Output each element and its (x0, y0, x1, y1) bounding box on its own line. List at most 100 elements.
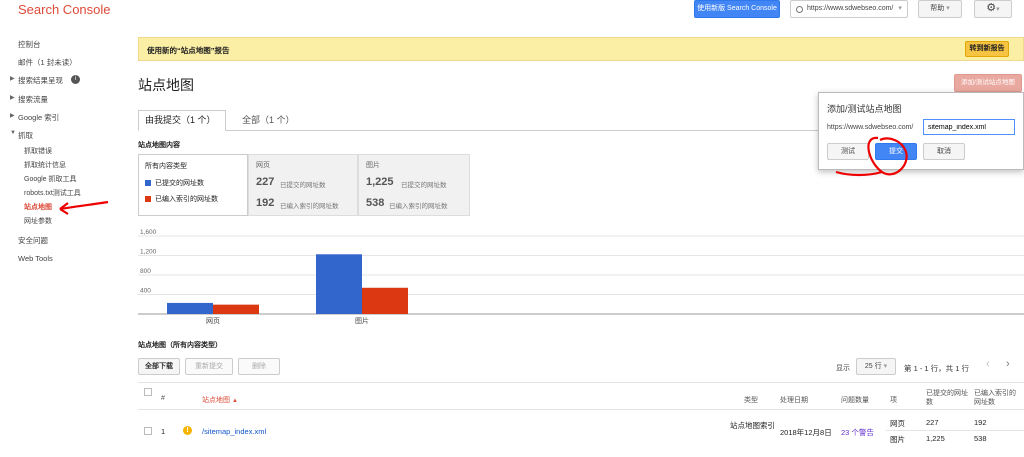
table-row: 1 ! /sitemap_index.xml 站点地图索引 2018年12月8日… (138, 410, 1024, 457)
chevron-down-icon: ▾ (996, 6, 1000, 13)
dialog-title: 添加/测试站点地图 (827, 104, 902, 114)
triangle-down-icon: ▼ (10, 130, 16, 136)
legend-indexed: 已编入索引的网址数 (155, 196, 218, 203)
row-num: 1 (161, 427, 166, 436)
triangle-right-icon: ▶ (10, 113, 15, 119)
y-tick-label: 800 (140, 268, 151, 275)
col-processed[interactable]: 处理日期 (780, 395, 808, 405)
sidebar-item-crawl-errors[interactable]: 抓取错误 (24, 146, 52, 156)
web-stats-card[interactable]: 网页 227 已提交的网址数 192 已编入索引的网址数 (248, 154, 358, 216)
col-num: # (161, 395, 165, 402)
go-to-new-report-button[interactable]: 转到新报告 (965, 41, 1009, 57)
bar-web-submitted[interactable] (167, 302, 213, 314)
row-image-submitted: 1,225 (926, 434, 945, 443)
top-bar: Search Console 使用新版 Search Console https… (0, 0, 1024, 24)
annotation-arrow (59, 200, 109, 215)
help-button[interactable]: 帮助 ▾ (918, 0, 962, 18)
sidebar-item-web-tools[interactable]: Web Tools (18, 254, 53, 263)
row-web-indexed: 192 (974, 418, 987, 427)
annotation-circle (835, 136, 908, 177)
page-title: 站点地图 (138, 77, 194, 93)
sidebar-item-crawl-stats[interactable]: 抓取统计信息 (24, 160, 66, 170)
url-prefix: https://www.sdwebseo.com/ (827, 124, 914, 131)
sidebar-item-google-index[interactable]: Google 索引 (18, 112, 59, 123)
tab-submitted-by-me[interactable]: 由我提交（1 个） (138, 110, 226, 131)
sidebar-item-sitemaps[interactable]: 站点地图 (24, 202, 52, 212)
chevron-down-icon: ▾ (898, 5, 902, 12)
globe-icon (796, 6, 803, 13)
col-sitemap[interactable]: 站点地图 ▲ (202, 395, 238, 405)
next-page-icon[interactable]: › (1006, 358, 1010, 370)
rows-per-page-select[interactable]: 25 行 ▾ (856, 358, 896, 375)
sidebar-item-crawl[interactable]: 抓取 (18, 130, 33, 141)
col-issues[interactable]: 问题数量 (841, 395, 869, 405)
col-indexed[interactable]: 已编入索引的网址数 (974, 389, 1020, 407)
table-section-title: 站点地图（所有内容类型） (138, 342, 222, 349)
sidebar-item-fetch-as-google[interactable]: Google 抓取工具 (24, 174, 77, 184)
image-label: 图片 (366, 162, 380, 169)
image-indexed-value: 538 (366, 197, 385, 209)
col-sitemap-label: 站点地图 (202, 397, 230, 404)
select-all-checkbox[interactable] (144, 388, 152, 396)
web-indexed-suffix: 已编入索引的网址数 (280, 203, 339, 210)
pagination-text: 第 1 - 1 行，共 1 行 (904, 364, 970, 373)
new-report-banner: 使用新的“站点地图”报告 转到新报告 (138, 37, 1024, 61)
sitemap-url-input[interactable] (923, 119, 1015, 135)
cancel-button[interactable]: 取消 (923, 143, 965, 160)
triangle-right-icon: ▶ (10, 95, 15, 101)
col-submitted[interactable]: 已提交的网址数 (926, 389, 968, 407)
row-web-submitted: 227 (926, 418, 939, 427)
resubmit-button[interactable]: 重新提交 (185, 358, 233, 375)
gear-icon: ⚙ (986, 2, 997, 14)
app-title[interactable]: Search Console (18, 2, 111, 17)
banner-text: 使用新的“站点地图”报告 (147, 46, 230, 55)
sort-asc-icon: ▲ (231, 398, 238, 404)
image-stats-card[interactable]: 图片 1,225 已提交的网址数 538 已编入索引的网址数 (358, 154, 470, 216)
web-submitted-value: 227 (256, 176, 275, 188)
image-indexed-suffix: 已编入索引的网址数 (389, 203, 448, 210)
sidebar-item-dashboard[interactable]: 控制台 (18, 39, 41, 50)
sitemap-bar-chart: 1,600 1,200 800 400 网页 图片 (138, 229, 1024, 325)
bar-image-indexed[interactable] (362, 287, 408, 314)
tab-all[interactable]: 全部（1 个） (242, 113, 295, 126)
settings-button[interactable]: ⚙▾ (974, 0, 1012, 18)
row-type: 站点地图索引 (730, 421, 775, 430)
indexed-swatch (145, 196, 151, 202)
row-checkbox[interactable] (144, 427, 152, 435)
sidebar-item-security[interactable]: 安全问题 (18, 235, 48, 246)
legend-card[interactable]: 所有内容类型 已提交的网址数 已编入索引的网址数 (138, 154, 248, 216)
property-selector[interactable]: https://www.sdwebseo.com/ ▾ (790, 0, 908, 18)
y-tick-label: 1,600 (140, 229, 157, 236)
row-processed: 2018年12月8日 (780, 428, 832, 437)
bar-image-submitted[interactable] (316, 254, 362, 314)
x-tick-label: 网页 (206, 317, 220, 325)
sidebar-item-messages[interactable]: 邮件（1 封未读） (18, 57, 77, 68)
sidebar-item-search-traffic[interactable]: 搜索流量 (18, 94, 48, 105)
info-icon[interactable]: i (71, 75, 80, 84)
prev-page-icon[interactable]: ‹ (986, 358, 990, 370)
image-submitted-value: 1,225 (366, 176, 394, 188)
new-version-button[interactable]: 使用新版 Search Console (694, 0, 780, 18)
delete-button[interactable]: 删除 (238, 358, 280, 375)
row-item-image: 图片 (890, 435, 905, 444)
x-tick-label: 图片 (355, 316, 369, 325)
sidebar-item-url-parameters[interactable]: 网址参数 (24, 216, 52, 226)
row-image-indexed: 538 (974, 434, 987, 443)
table-header: # 站点地图 ▲ 类型 处理日期 问题数量 项 已提交的网址数 已编入索引的网址… (138, 382, 1024, 410)
add-test-sitemap-button[interactable]: 添加/测试站点地图 (954, 74, 1022, 92)
row-divider (886, 430, 1024, 431)
property-url: https://www.sdwebseo.com/ (807, 5, 894, 12)
col-type[interactable]: 类型 (744, 395, 758, 405)
web-submitted-suffix: 已提交的网址数 (280, 182, 326, 189)
content-label: 站点地图内容 (138, 142, 180, 149)
warning-icon: ! (183, 426, 192, 435)
chevron-down-icon: ▾ (946, 5, 950, 12)
download-all-button[interactable]: 全部下载 (138, 358, 180, 375)
web-label: 网页 (256, 162, 270, 169)
row-issues-link[interactable]: 23 个警告 (841, 427, 874, 438)
legend-submitted: 已提交的网址数 (155, 180, 204, 187)
submitted-swatch (145, 180, 151, 186)
bar-web-indexed[interactable] (213, 304, 259, 314)
sitemap-link[interactable]: /sitemap_index.xml (202, 427, 266, 436)
sidebar-item-search-appearance[interactable]: 搜索结果呈现 (18, 75, 63, 86)
